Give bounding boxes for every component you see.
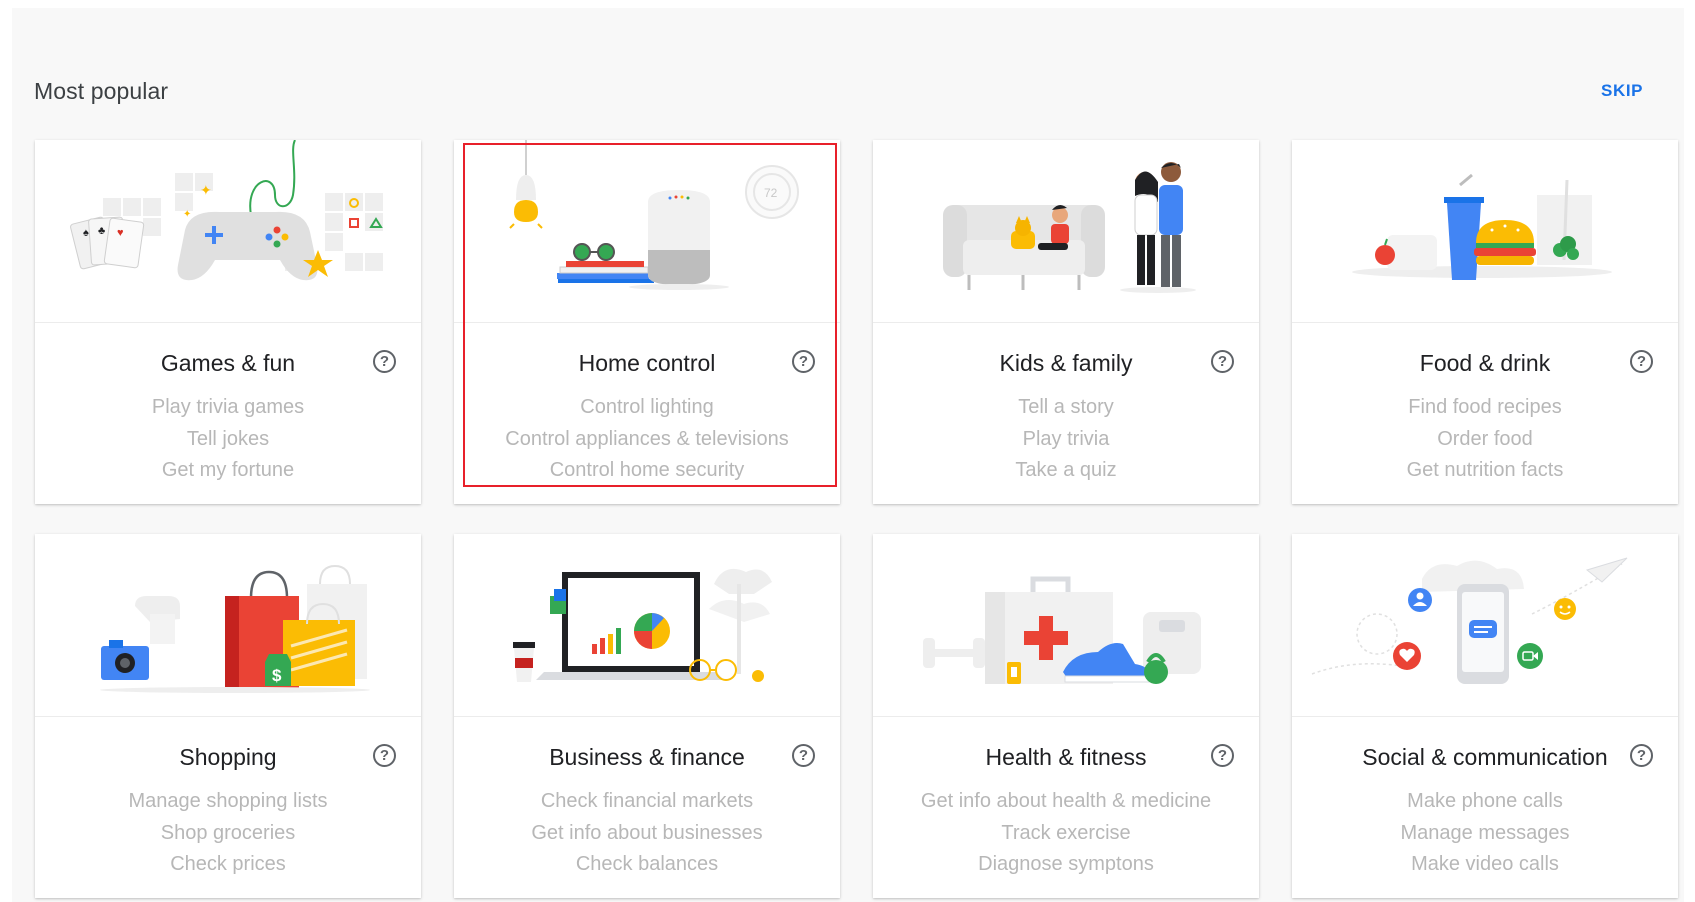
game-controller-icon — [177, 211, 318, 281]
category-card-kids-family[interactable]: Kids & family ? Tell a story Play trivia… — [873, 140, 1259, 504]
help-icon[interactable]: ? — [1630, 350, 1653, 373]
camera-icon — [101, 640, 149, 680]
example-item: Get info about businesses — [531, 821, 763, 844]
smart-speaker-illustration: 72 — [454, 140, 840, 323]
example-item: Play trivia games — [151, 396, 305, 418]
thermostat-icon: 72 — [745, 165, 799, 219]
burger-drink-illustration — [1292, 140, 1678, 323]
laptop-chart-illustration — [454, 534, 840, 717]
example-item: Get my fortune — [161, 459, 295, 481]
example-item: Play trivia — [1022, 427, 1110, 450]
example-item: Check prices — [170, 853, 286, 875]
example-item: Track exercise — [1001, 821, 1131, 844]
card-title: Food & drink — [1419, 350, 1551, 376]
first-aid-illustration — [873, 534, 1259, 717]
laptop-icon — [536, 572, 724, 680]
card-title: Health & fitness — [985, 744, 1147, 770]
category-card-social-communication[interactable]: Social & communication ? Make phone call… — [1292, 534, 1678, 898]
example-item: Take a quiz — [1015, 459, 1117, 481]
example-item: Control home security — [549, 459, 745, 481]
category-card-business-finance[interactable]: Business & finance ? Check financial mar… — [454, 534, 840, 898]
example-item: Find food recipes — [1408, 396, 1562, 418]
card-examples: Play trivia games Tell jokes Get my fort… — [35, 392, 421, 487]
card-title: Games & fun — [160, 350, 296, 376]
dumbbell-icon — [923, 638, 985, 668]
card-examples: Tell a story Play trivia Take a quiz — [873, 392, 1259, 487]
card-examples: Get info about health & medicine Track e… — [873, 786, 1259, 881]
light-bulb-icon — [509, 175, 543, 229]
price-tag-icon: $ — [265, 654, 291, 686]
help-icon[interactable]: ? — [792, 744, 815, 767]
example-item: Diagnose symptons — [978, 853, 1154, 875]
heart-icon — [1393, 642, 1421, 670]
example-item: Control appliances & televisions — [505, 427, 789, 450]
example-item: Control lighting — [580, 396, 714, 418]
category-card-food-drink[interactable]: Food & drink ? Find food recipes Order f… — [1292, 140, 1678, 504]
category-card-shopping[interactable]: $ Shopping ? Manage shopping lists Shop … — [35, 534, 421, 898]
card-title: Kids & family — [999, 350, 1133, 376]
help-icon[interactable]: ? — [1211, 350, 1234, 373]
smart-speaker-icon — [648, 190, 710, 285]
card-title: Home control — [578, 350, 716, 376]
burger-icon — [1474, 220, 1536, 265]
example-item: Manage messages — [1400, 821, 1570, 844]
card-examples: Make phone calls Manage messages Make vi… — [1292, 786, 1678, 881]
example-item: Shop groceries — [160, 821, 296, 844]
example-item: Check financial markets — [540, 790, 754, 812]
help-icon[interactable]: ? — [373, 350, 396, 373]
example-item: Manage shopping lists — [128, 790, 328, 812]
svg-text:♠: ♠ — [83, 227, 89, 239]
svg-text:✦: ✦ — [200, 182, 212, 198]
glasses-icon — [573, 243, 615, 261]
shopping-bags-illustration: $ — [35, 534, 421, 717]
example-item: Get info about health & medicine — [920, 790, 1212, 812]
emoji-icon — [1554, 598, 1576, 620]
card-title: Shopping — [179, 744, 277, 770]
phone-social-illustration — [1292, 534, 1678, 717]
price-tag-symbol: $ — [272, 666, 282, 685]
books-icon — [557, 261, 654, 283]
coffee-cup-icon — [513, 642, 535, 682]
section-title: Most popular — [34, 78, 169, 104]
paper-plane-icon — [1585, 557, 1628, 583]
category-card-health-fitness[interactable]: Health & fitness ? Get info about health… — [873, 534, 1259, 898]
help-icon[interactable]: ? — [1211, 744, 1234, 767]
card-examples: Check financial markets Get info about b… — [454, 786, 840, 881]
example-item: Check balances — [575, 853, 719, 875]
help-icon[interactable]: ? — [792, 350, 815, 373]
example-item: Tell a story — [1018, 396, 1114, 418]
skip-button[interactable]: SKIP — [1601, 81, 1643, 101]
contact-icon — [1408, 588, 1432, 612]
example-item: Make phone calls — [1407, 790, 1563, 812]
svg-text:✦: ✦ — [183, 209, 191, 220]
help-icon[interactable]: ? — [373, 744, 396, 767]
smartphone-icon — [1457, 584, 1509, 684]
playing-cards-icon: ♠ ♣ ♥ — [70, 216, 145, 270]
thermostat-reading: 72 — [764, 186, 778, 200]
video-call-icon — [1517, 643, 1543, 669]
family-couch-illustration — [873, 140, 1259, 323]
example-item: Make video calls — [1411, 853, 1559, 875]
game-controller-illustration: ♠ ♣ ♥ ✦ ✦ — [35, 140, 421, 323]
help-icon[interactable]: ? — [1630, 744, 1653, 767]
example-item: Tell jokes — [186, 427, 270, 450]
card-examples: Control lighting Control appliances & te… — [454, 392, 840, 487]
parents-icon — [1134, 162, 1183, 287]
card-examples: Find food recipes Order food Get nutriti… — [1292, 392, 1678, 487]
card-examples: Manage shopping lists Shop groceries Che… — [35, 786, 421, 881]
example-item: Get nutrition facts — [1406, 459, 1564, 481]
category-card-home-control[interactable]: 72 Home control ? Control lighting Contr… — [454, 140, 840, 504]
card-title: Business & finance — [549, 744, 745, 770]
svg-text:♣: ♣ — [98, 225, 105, 237]
svg-text:♥: ♥ — [117, 227, 124, 239]
category-card-games-fun[interactable]: ♠ ♣ ♥ ✦ ✦ Games & fun ? Play trivia game… — [35, 140, 421, 504]
example-item: Order food — [1437, 427, 1533, 450]
card-title: Social & communication — [1362, 744, 1608, 770]
pie-chart-icon — [634, 613, 670, 649]
